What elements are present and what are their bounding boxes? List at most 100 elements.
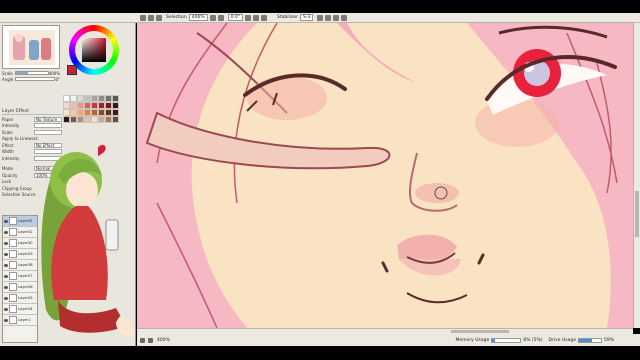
eye-icon[interactable]: [4, 241, 8, 245]
character-sketchbook: [105, 219, 119, 251]
color-swatch[interactable]: [112, 95, 119, 102]
color-swatch[interactable]: [70, 116, 77, 123]
eye-icon[interactable]: [4, 274, 8, 278]
intensity-row[interactable]: Intensity: [2, 123, 62, 129]
grid-icon[interactable]: [325, 14, 332, 21]
color-swatch[interactable]: [105, 116, 112, 123]
select-tool-icon[interactable]: [140, 14, 146, 21]
layer-row[interactable]: Layer31: [3, 227, 37, 238]
clipping-group-checkbox[interactable]: Clipping Group: [2, 186, 32, 191]
color-swatch[interactable]: [70, 109, 77, 116]
rotate-left-icon[interactable]: [245, 14, 252, 21]
eye-icon[interactable]: [4, 296, 8, 300]
zoom-out-icon[interactable]: [217, 14, 224, 21]
color-swatch[interactable]: [112, 102, 119, 109]
navigator-preview[interactable]: [2, 25, 60, 69]
angle-field[interactable]: 0.0°: [227, 14, 244, 22]
layer-name: Layer32: [18, 219, 33, 223]
layer-row[interactable]: Layer25: [3, 293, 37, 304]
selection-source-checkbox[interactable]: Selection Source: [2, 192, 35, 197]
paper-row[interactable]: Paper No Texture: [2, 116, 62, 122]
color-swatch[interactable]: [77, 109, 84, 116]
angle-dropdown[interactable]: 0.0°: [227, 14, 244, 21]
color-swatch[interactable]: [98, 109, 105, 116]
layers-panel[interactable]: Layer32 Layer31 Layer30 Layer29 Layer28 Layer…: [2, 215, 38, 343]
layer-row[interactable]: Layer30: [3, 238, 37, 249]
eye-icon[interactable]: [4, 252, 8, 256]
status-zoom: 400%: [157, 338, 170, 343]
ruler-icon[interactable]: [333, 14, 340, 21]
selection-mode-field[interactable]: Selection 400%: [166, 14, 208, 22]
eye-icon[interactable]: [4, 285, 8, 289]
stabilizer-dropdown[interactable]: S-3: [300, 14, 314, 21]
horizontal-scroll-thumb[interactable]: [451, 330, 509, 333]
color-swatch[interactable]: [84, 116, 91, 123]
layer-row[interactable]: Layer24: [3, 304, 37, 315]
scale-row[interactable]: Scale: [2, 129, 62, 135]
navigator-zoom-label: Scale: [2, 70, 13, 76]
eye-icon[interactable]: [4, 307, 8, 311]
color-swatch[interactable]: [84, 109, 91, 116]
saturation-value-square[interactable]: [82, 38, 106, 62]
lock-label: Lock: [2, 179, 12, 184]
color-swatch[interactable]: [91, 102, 98, 109]
navigator-angle-slider[interactable]: [15, 77, 56, 81]
eye-icon[interactable]: [4, 318, 8, 322]
perspective-icon[interactable]: [341, 14, 348, 21]
color-swatch[interactable]: [98, 95, 105, 102]
layer-row[interactable]: Layer26: [3, 282, 37, 293]
color-swatch[interactable]: [112, 116, 119, 123]
flip-horizontal-icon[interactable]: [261, 14, 268, 21]
layer-effect-header[interactable]: Layer Effect: [2, 109, 62, 115]
color-swatch[interactable]: [112, 109, 119, 116]
color-swatch[interactable]: [77, 102, 84, 109]
vertical-scrollbar[interactable]: [633, 23, 640, 328]
color-swatch[interactable]: [105, 102, 112, 109]
color-swatch[interactable]: [63, 95, 70, 102]
paper-dropdown[interactable]: No Texture: [34, 116, 62, 122]
color-swatch[interactable]: [63, 109, 70, 116]
rotate-right-icon[interactable]: [253, 14, 260, 21]
intensity-slider[interactable]: [34, 123, 62, 128]
color-swatch[interactable]: [77, 116, 84, 123]
color-swatch[interactable]: [70, 95, 77, 102]
line-icon[interactable]: [317, 14, 324, 21]
navigator-angle-row[interactable]: Angle 0°: [2, 76, 60, 82]
layer-row[interactable]: Layer28: [3, 260, 37, 271]
zoom-dropdown[interactable]: 400%: [188, 14, 208, 21]
navigator-zoom-slider[interactable]: [14, 71, 49, 75]
color-swatch[interactable]: [70, 102, 77, 109]
drawing-canvas[interactable]: [137, 23, 633, 328]
deselect-icon[interactable]: [148, 14, 154, 21]
stabilizer-field[interactable]: Stabilizer S-3: [277, 14, 314, 22]
eye-icon[interactable]: [4, 230, 8, 234]
color-swatch[interactable]: [84, 102, 91, 109]
color-swatch[interactable]: [91, 109, 98, 116]
color-wheel-panel[interactable]: [63, 25, 123, 81]
color-swatch[interactable]: [77, 95, 84, 102]
color-swatch-grid[interactable]: [63, 95, 123, 123]
vertical-scroll-thumb[interactable]: [635, 191, 639, 237]
zoom-reset-icon[interactable]: [148, 337, 153, 343]
layer-row[interactable]: Layer1: [3, 315, 37, 326]
invert-selection-icon[interactable]: [156, 14, 162, 21]
color-swatch[interactable]: [63, 102, 70, 109]
color-swatch[interactable]: [91, 116, 98, 123]
apply-linework-checkbox[interactable]: Apply to Linework: [2, 136, 38, 141]
scale-slider[interactable]: [34, 129, 62, 135]
fit-view-icon[interactable]: [140, 337, 145, 343]
layer-row[interactable]: Layer27: [3, 271, 37, 282]
color-swatch[interactable]: [91, 95, 98, 102]
primary-color-swatch[interactable]: [67, 65, 77, 75]
eye-icon[interactable]: [4, 263, 8, 267]
zoom-in-icon[interactable]: [209, 14, 216, 21]
color-swatch[interactable]: [63, 116, 70, 123]
color-swatch[interactable]: [98, 102, 105, 109]
color-swatch[interactable]: [98, 116, 105, 123]
layer-row[interactable]: Layer29: [3, 249, 37, 260]
color-swatch[interactable]: [105, 95, 112, 102]
eye-icon[interactable]: [4, 219, 8, 223]
layer-row[interactable]: Layer32: [3, 216, 37, 227]
color-swatch[interactable]: [105, 109, 112, 116]
color-swatch[interactable]: [84, 95, 91, 102]
